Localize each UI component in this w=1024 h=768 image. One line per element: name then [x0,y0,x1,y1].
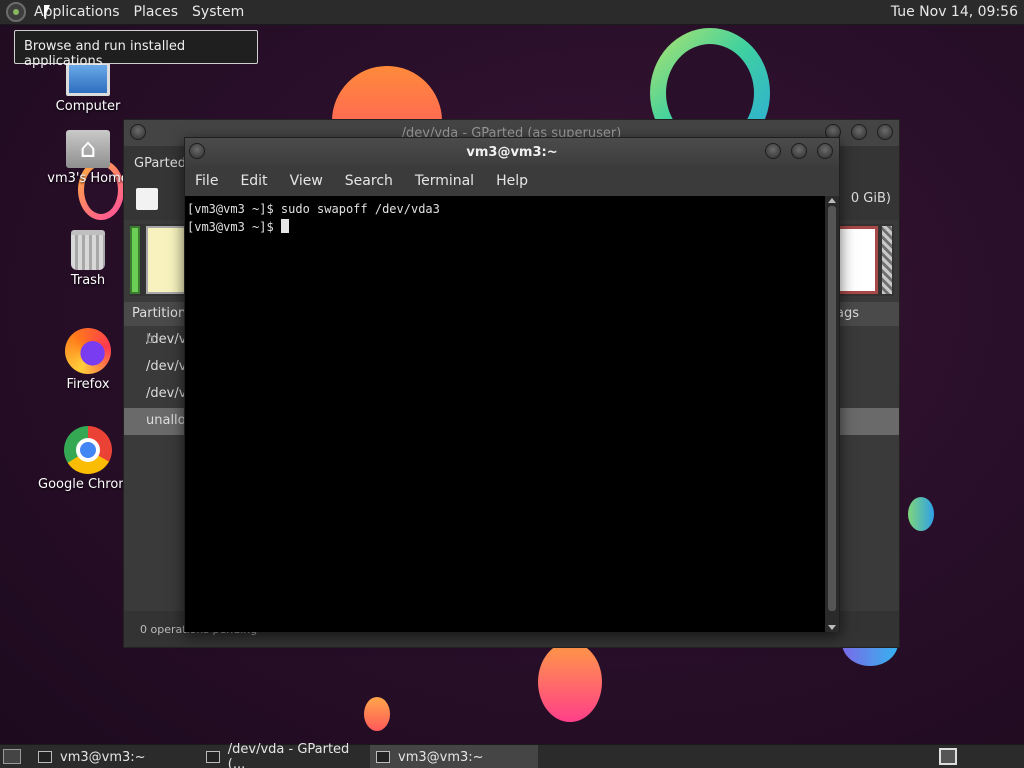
distro-logo-icon[interactable] [6,2,26,22]
text-cursor-icon [280,219,289,233]
close-button[interactable] [817,143,833,159]
menu-places[interactable]: Places [134,4,179,20]
terminal-prompt-line[interactable]: [vm3@vm3 ~]$ [187,218,825,236]
device-selector[interactable]: 0 GiB) [851,191,891,206]
taskbar-item-terminal[interactable]: vm3@vm3:~ [32,745,200,768]
unallocated-segment[interactable] [882,226,892,294]
menu-help[interactable]: Help [496,173,528,189]
column-partition[interactable]: Partition [132,306,186,321]
scroll-up-arrow-icon[interactable] [828,198,836,203]
terminal-menubar: File Edit View Search Terminal Help [185,166,839,196]
wallpaper-bubble [538,642,602,722]
taskbar-item-label: vm3@vm3:~ [60,749,146,765]
menu-edit[interactable]: Edit [240,173,267,189]
scrollbar-thumb[interactable] [828,206,836,611]
desktop-icon-computer[interactable]: Computer [38,62,138,114]
chrome-icon [64,426,112,474]
partition-segment[interactable] [834,226,878,294]
taskbar-item-label: /dev/vda - GParted (... [227,742,350,768]
top-panel: Applications Places System Tue Nov 14, 0… [0,0,1024,25]
close-button[interactable] [877,124,893,140]
firefox-icon [65,328,111,374]
menu-search[interactable]: Search [345,173,393,189]
terminal-titlebar[interactable]: vm3@vm3:~ [185,138,839,166]
maximize-button[interactable] [851,124,867,140]
trash-icon [71,230,105,270]
home-folder-icon [66,130,110,168]
menu-file[interactable]: File [195,173,218,189]
scroll-down-arrow-icon[interactable] [828,625,836,630]
partition-segment[interactable] [130,226,140,294]
taskbar-item-gparted[interactable]: /dev/vda - GParted (... [200,742,368,768]
window-title: vm3@vm3:~ [466,145,558,160]
wallpaper-bubble [364,697,390,731]
terminal-icon [376,751,390,763]
terminal-line: [vm3@vm3 ~]$ sudo swapoff /dev/vda3 [187,202,440,216]
terminal-scrollbar[interactable] [825,196,839,632]
terminal-output[interactable]: [vm3@vm3 ~]$ sudo swapoff /dev/vda3 [vm3… [185,196,827,632]
desktop-icon-label: Computer [55,99,121,114]
gparted-icon [206,751,220,763]
menu-terminal[interactable]: Terminal [415,173,474,189]
new-partition-icon[interactable] [136,188,158,210]
menu-view[interactable]: View [290,173,323,189]
wallpaper-bubble [908,497,934,531]
terminal-icon [38,751,52,763]
applications-tooltip: Browse and run installed applications [14,30,258,69]
show-desktop-icon[interactable] [3,749,21,764]
terminal-window[interactable]: vm3@vm3:~ File Edit View Search Terminal… [184,137,840,632]
taskbar-item-terminal-active[interactable]: vm3@vm3:~ [370,745,538,768]
workspace-switcher[interactable] [939,748,957,765]
clock[interactable]: Tue Nov 14, 09:56 [891,4,1018,20]
maximize-button[interactable] [791,143,807,159]
partition-segment[interactable] [146,226,186,294]
taskbar-item-label: vm3@vm3:~ [398,749,484,765]
menu-system[interactable]: System [192,4,244,20]
menu-gparted[interactable]: GParted [134,156,186,171]
bottom-taskbar: vm3@vm3:~ /dev/vda - GParted (... vm3@vm… [0,742,1024,768]
terminal-prompt: [vm3@vm3 ~]$ [187,220,281,234]
mouse-pointer-icon [44,5,50,19]
minimize-button[interactable] [765,143,781,159]
